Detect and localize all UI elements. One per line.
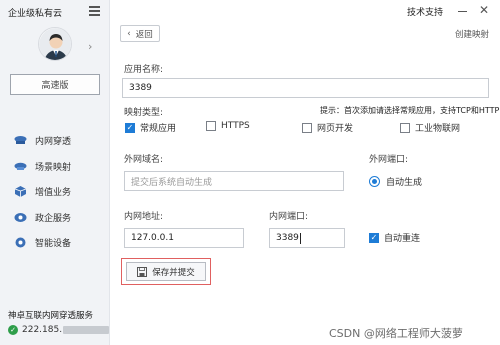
service-ip: 222.185. <box>22 325 63 335</box>
checkbox-icon <box>206 121 216 131</box>
support-link[interactable]: 技术支持 <box>407 5 443 18</box>
domain-input[interactable]: 提交后系统自动生成 <box>124 171 344 191</box>
sidebar: 企业级私有云 › 高速版 内网穿透 场景映射 增值业务 政企服务 智能设备 神卓… <box>0 0 110 345</box>
sidebar-item-label: 场景映射 <box>35 162 72 173</box>
sidebar-item-gov-enterprise[interactable]: 政企服务 <box>14 205 71 231</box>
save-submit-button[interactable]: 保存并提交 <box>126 262 206 281</box>
check-circle-icon: ✓ <box>8 325 18 335</box>
service-title: 神卓互联内网穿透服务 <box>8 311 94 321</box>
checkbox-icon <box>400 122 410 133</box>
auto-generate-radio[interactable]: 自动生成 <box>369 175 422 188</box>
minimize-icon[interactable] <box>458 11 467 12</box>
sidebar-item-label: 增值业务 <box>35 188 72 199</box>
cloud-icon <box>14 162 27 170</box>
speed-version-button[interactable]: 高速版 <box>10 74 100 95</box>
redacted-mask <box>63 326 110 334</box>
sidebar-item-scene-mapping[interactable]: 场景映射 <box>14 154 71 180</box>
mapping-type-label: 映射类型: <box>124 108 164 118</box>
int-addr-label: 内网地址: <box>124 212 164 222</box>
app-title: 企业级私有云 <box>8 9 63 19</box>
int-port-value: 3389 <box>276 233 299 243</box>
sidebar-item-label: 内网穿透 <box>35 137 72 148</box>
menu-icon[interactable] <box>89 6 100 16</box>
checkbox-icon <box>302 122 312 133</box>
type-option-label: 工业物联网 <box>415 124 461 134</box>
save-highlight: 保存并提交 <box>121 258 211 285</box>
sidebar-item-smart-device[interactable]: 智能设备 <box>14 230 71 256</box>
back-label: 返回 <box>135 29 153 40</box>
app-name-label: 应用名称: <box>124 65 164 75</box>
text-cursor <box>299 232 301 244</box>
chevron-left-icon: ‹ <box>127 28 131 39</box>
checkbox-checked-icon: ✓ <box>125 122 135 133</box>
chevron-right-icon[interactable]: › <box>88 40 92 53</box>
service-icon <box>14 212 27 222</box>
close-icon[interactable]: ✕ <box>479 3 489 17</box>
sidebar-item-label: 政企服务 <box>35 213 72 224</box>
auto-reconnect-checkbox[interactable]: ✓ 自动重连 <box>369 231 420 244</box>
sidebar-item-value-added[interactable]: 增值业务 <box>14 179 71 205</box>
type-option-label: HTTPS <box>221 121 250 131</box>
auto-reconnect-label: 自动重连 <box>384 234 421 244</box>
type-option-label: 网页开发 <box>317 124 354 134</box>
app-name-input[interactable]: 3389 <box>122 78 489 98</box>
sidebar-item-label: 智能设备 <box>35 239 72 250</box>
watermark: CSDN @网络工程师大菠萝 <box>329 327 463 340</box>
type-option-label: 常规应用 <box>140 124 177 134</box>
save-icon <box>137 266 148 277</box>
radio-selected-icon <box>369 176 380 187</box>
type-option-iiot[interactable]: 工业物联网 <box>400 121 460 134</box>
type-option-https[interactable]: HTTPS <box>206 121 250 131</box>
auto-generate-label: 自动生成 <box>386 178 423 188</box>
avatar[interactable] <box>38 27 72 61</box>
user-avatar-icon <box>39 28 71 60</box>
network-icon <box>14 136 27 145</box>
save-label: 保存并提交 <box>152 267 195 278</box>
device-icon <box>15 237 26 248</box>
mapping-hint: 提示：首次添加请选择常规应用，支持TCP和HTTP <box>320 106 500 115</box>
int-port-label: 内网端口: <box>269 212 309 222</box>
type-option-regular[interactable]: ✓ 常规应用 <box>125 121 176 134</box>
checkbox-checked-icon: ✓ <box>369 232 379 243</box>
domain-label: 外网域名: <box>124 155 164 165</box>
sidebar-nav: 内网穿透 场景映射 增值业务 政企服务 智能设备 <box>14 128 71 256</box>
back-button[interactable]: ‹ 返回 <box>120 25 160 42</box>
create-mapping-link[interactable]: 创建映射 <box>455 28 489 40</box>
int-port-input[interactable]: 3389 <box>269 228 345 248</box>
ext-port-label: 外网端口: <box>369 155 409 165</box>
box-icon <box>14 186 27 198</box>
int-addr-input[interactable]: 127.0.0.1 <box>124 228 244 248</box>
sidebar-item-intranet[interactable]: 内网穿透 <box>14 128 71 154</box>
service-status: ✓ 222.185. <box>8 325 110 335</box>
type-option-web-dev[interactable]: 网页开发 <box>302 121 353 134</box>
